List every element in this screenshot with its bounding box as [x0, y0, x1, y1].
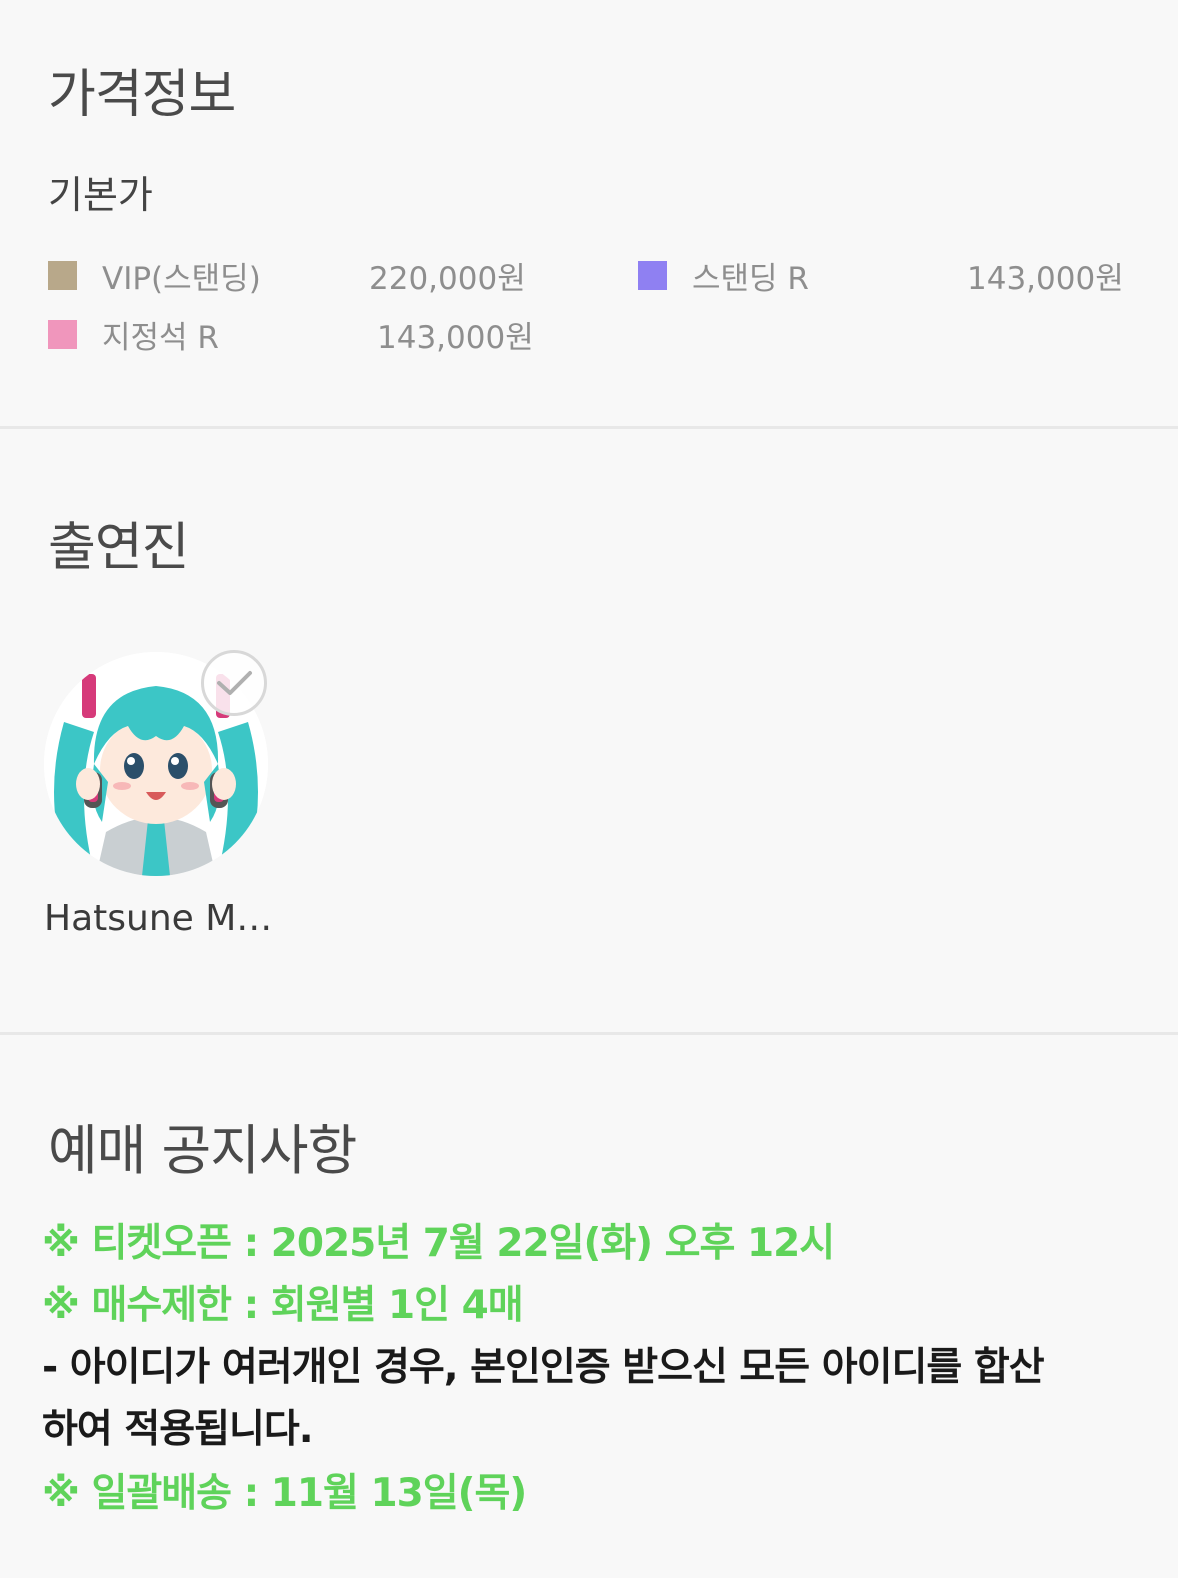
reserved-r-color-swatch	[48, 319, 77, 349]
price-subtitle: 기본가	[48, 173, 153, 217]
notice-purchase-limit: ※ 매수제한 : 회원별 1인 4매	[42, 1283, 524, 1328]
notice-ticket-open: ※ 티켓오픈 : 2025년 7월 22일(화) 오후 12시	[42, 1221, 835, 1266]
price-item-amount: 143,000원	[967, 261, 1124, 297]
notice-id-rule: - 아이디가 여러개인 경우, 본인인증 받으신 모든 아이디를 합산	[42, 1345, 1045, 1390]
cast-member-card[interactable]: Hatsune M…	[44, 650, 274, 952]
cast-section: 출연진 Hatsune M…	[0, 429, 1178, 1032]
section-divider	[0, 1032, 1178, 1035]
price-item-amount: 220,000원	[369, 261, 526, 297]
price-item-amount: 143,000원	[377, 320, 534, 356]
price-info-section: 가격정보 기본가 VIP(스탠딩) 220,000원 스탠딩 R 143,000…	[0, 0, 1178, 426]
price-item-name: 스탠딩 R	[692, 260, 809, 297]
price-item-name: VIP(스탠딩)	[102, 260, 261, 297]
notice-delivery: ※ 일괄배송 : 11월 13일(목)	[42, 1471, 527, 1516]
cast-member-name: Hatsune M…	[44, 898, 273, 939]
price-item-reserved-r: 지정석 R	[48, 312, 219, 356]
notice-id-rule-cont: 하여 적용됩니다.	[42, 1407, 314, 1452]
price-item-name: 지정석 R	[102, 319, 219, 356]
check-icon[interactable]	[201, 650, 267, 716]
standing-r-color-swatch	[638, 260, 667, 290]
section-title-cast: 출연진	[48, 518, 190, 578]
section-title-price: 가격정보	[48, 65, 236, 125]
section-title-notice: 예매 공지사항	[48, 1119, 357, 1182]
price-item-standing-r: 스탠딩 R	[638, 253, 809, 297]
vip-color-swatch	[48, 260, 77, 290]
price-item-vip: VIP(스탠딩)	[48, 253, 261, 297]
